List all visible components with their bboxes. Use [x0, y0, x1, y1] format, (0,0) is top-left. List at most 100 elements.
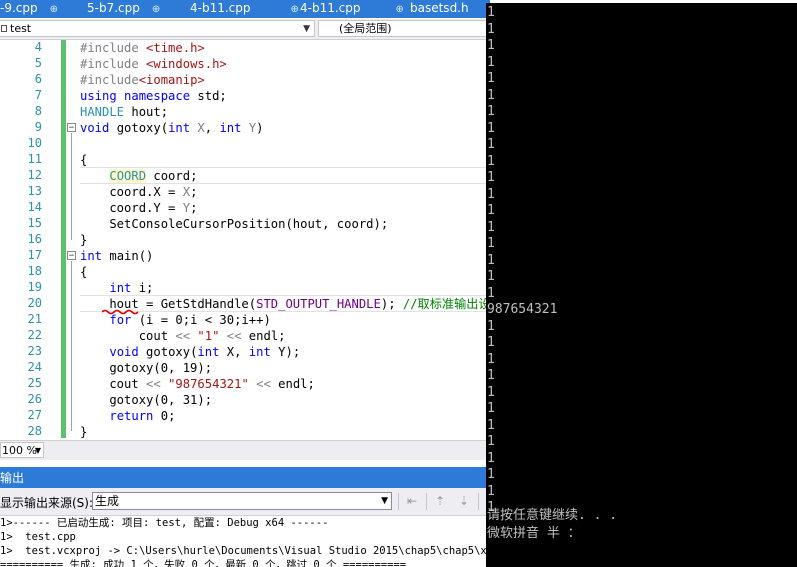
code-token: gotoxy(0, 19); [80, 361, 213, 375]
code-line: { [80, 264, 87, 280]
code-token: "1" [197, 329, 220, 343]
tab-4-b11-cpp-2[interactable]: 4-b11.cpp ⊕ [300, 0, 404, 18]
console-line: 1 [487, 54, 495, 70]
code-token: #include [80, 41, 147, 55]
code-line: } [80, 232, 87, 248]
pin-icon[interactable]: ⊕ [291, 4, 299, 15]
console-line: 1 [487, 203, 495, 218]
console-line: 1 [487, 285, 495, 301]
code-token: { [80, 153, 88, 167]
console-line: 1 [487, 351, 495, 367]
code-token: endl; [270, 377, 315, 391]
code-line: #include <windows.h> [80, 56, 227, 72]
goto-location-icon[interactable]: ⇤ [404, 493, 420, 509]
output-line: 1>------ 已启动生成: 项目: test, 配置: Debug x64 … [0, 517, 329, 529]
code-token: << [256, 377, 271, 391]
code-token: } [80, 425, 88, 439]
code-token: "987654321" [168, 377, 249, 391]
scope-dropdown[interactable]: (全局范围) [318, 20, 490, 37]
tab-label: 5-b7.cpp [87, 1, 140, 15]
code-token: { [80, 265, 88, 279]
code-line: hout = GetStdHandle(STD_OUTPUT_HANDLE); … [80, 296, 503, 312]
console-line: 1 [487, 335, 495, 350]
code-token: << [175, 329, 191, 343]
code-token: STD_OUTPUT_HANDLE [256, 297, 381, 311]
code-token: Y [182, 201, 191, 215]
previous-message-icon[interactable]: ⇡ [432, 493, 448, 509]
code-token: for [109, 313, 132, 327]
code-token: gotoxy( [109, 121, 169, 135]
line-number: 7 [34, 88, 42, 102]
line-number: 21 [27, 312, 42, 326]
code-line: cout << "1" << endl; [80, 328, 286, 344]
code-token: X, [219, 345, 249, 359]
code-token: cout [80, 329, 176, 343]
code-area[interactable]: #include <time.h> #include <windows.h> #in… [80, 40, 503, 440]
tab-4-b11-cpp[interactable]: 4-b11.cpp ⊕ [190, 0, 299, 18]
collapse-icon[interactable]: − [67, 251, 76, 261]
console-line: 1 [487, 186, 495, 202]
project-dropdown[interactable]: test ▼ [0, 20, 315, 37]
console-line: 1 [487, 153, 495, 169]
code-token: i; [131, 281, 154, 295]
output-source-value: 生成 [95, 494, 120, 508]
tab-label: basetsd.h [410, 1, 469, 15]
tab-label: 4-b11.cpp [190, 1, 251, 15]
line-number: 11 [27, 152, 42, 166]
code-token: , [204, 121, 220, 135]
console-line: 1 [487, 401, 495, 416]
line-number: 20 [27, 296, 42, 310]
console-line: 微软拼音 半 ： [487, 526, 581, 541]
output-text-area[interactable]: 1>------ 已启动生成: 项目: test, 配置: Debug x64 … [0, 516, 486, 567]
next-message-icon[interactable]: ⇣ [456, 493, 472, 509]
code-token: int [197, 345, 220, 359]
console-line: 1 [487, 71, 495, 86]
zoom-value: 100 % [2, 444, 37, 457]
collapse-icon[interactable]: − [67, 123, 76, 133]
code-token: X [182, 185, 191, 199]
code-token: SetConsoleCursorPosition(hout, coord); [80, 217, 389, 231]
output-line: 1> test.vcxproj -> C:\Users\hurle\Docume… [0, 545, 486, 557]
pin-icon[interactable]: ⊕ [396, 4, 404, 15]
code-token: return [109, 409, 154, 423]
console-line: 1 [487, 368, 495, 383]
pin-icon[interactable]: ⊕ [152, 4, 160, 15]
tab-9-cpp[interactable]: -9.cpp ⊕ [0, 0, 58, 18]
line-number-gutter: 4 5 6 7 8 9 10 11 12 13 14 15 16 17 18 19 20 21 22 23 24 25 26… [0, 40, 48, 440]
code-line: gotoxy(0, 19); [80, 360, 212, 376]
code-token: coord; [146, 169, 198, 183]
console-window[interactable]: 1 1 1 1 1 1 1 1 1 1 1 1 1 1 1 1 1 1 987654321 1 1 1 1 1 1 1 1 1 1 1 1 请… [486, 3, 797, 567]
console-line: 987654321 [487, 302, 558, 317]
line-number: 26 [27, 392, 42, 406]
pin-icon[interactable]: ⊕ [50, 4, 58, 15]
console-line: 1 [487, 434, 495, 449]
console-line: 1 [487, 252, 495, 268]
code-token: 0; [153, 409, 176, 423]
code-line: } [80, 424, 87, 440]
line-number: 8 [34, 104, 42, 118]
code-token: <iomanip> [138, 73, 205, 87]
output-source-dropdown[interactable]: 生成 ▼ [92, 492, 392, 510]
document-tab-strip: -9.cpp ⊕ 5-b7.cpp ⊕ 4-b11.cpp ⊕ 4-b11.cpp ⊕ … [0, 0, 490, 18]
code-token: } [80, 233, 88, 247]
toolbar-separator [426, 493, 427, 510]
outline-line [71, 133, 72, 240]
navigation-bar: test ▼ (全局范围) [0, 19, 490, 40]
console-line: 1 [487, 21, 495, 37]
line-number: 27 [27, 408, 42, 422]
code-line: COORD coord; [80, 168, 197, 184]
code-editor[interactable]: 4 5 6 7 8 9 10 11 12 13 14 15 16 17 18 19 20 21 22 23 24 25 26… [0, 40, 503, 440]
zoom-dropdown[interactable]: 100 % ▼ [0, 442, 44, 458]
tab-basetsd-h[interactable]: basetsd.h [410, 0, 469, 18]
console-line: 1 [487, 38, 495, 53]
code-token: ; [190, 185, 198, 199]
tab-5-b7-cpp[interactable]: 5-b7.cpp ⊕ [87, 0, 160, 18]
console-line: 1 [487, 120, 495, 136]
